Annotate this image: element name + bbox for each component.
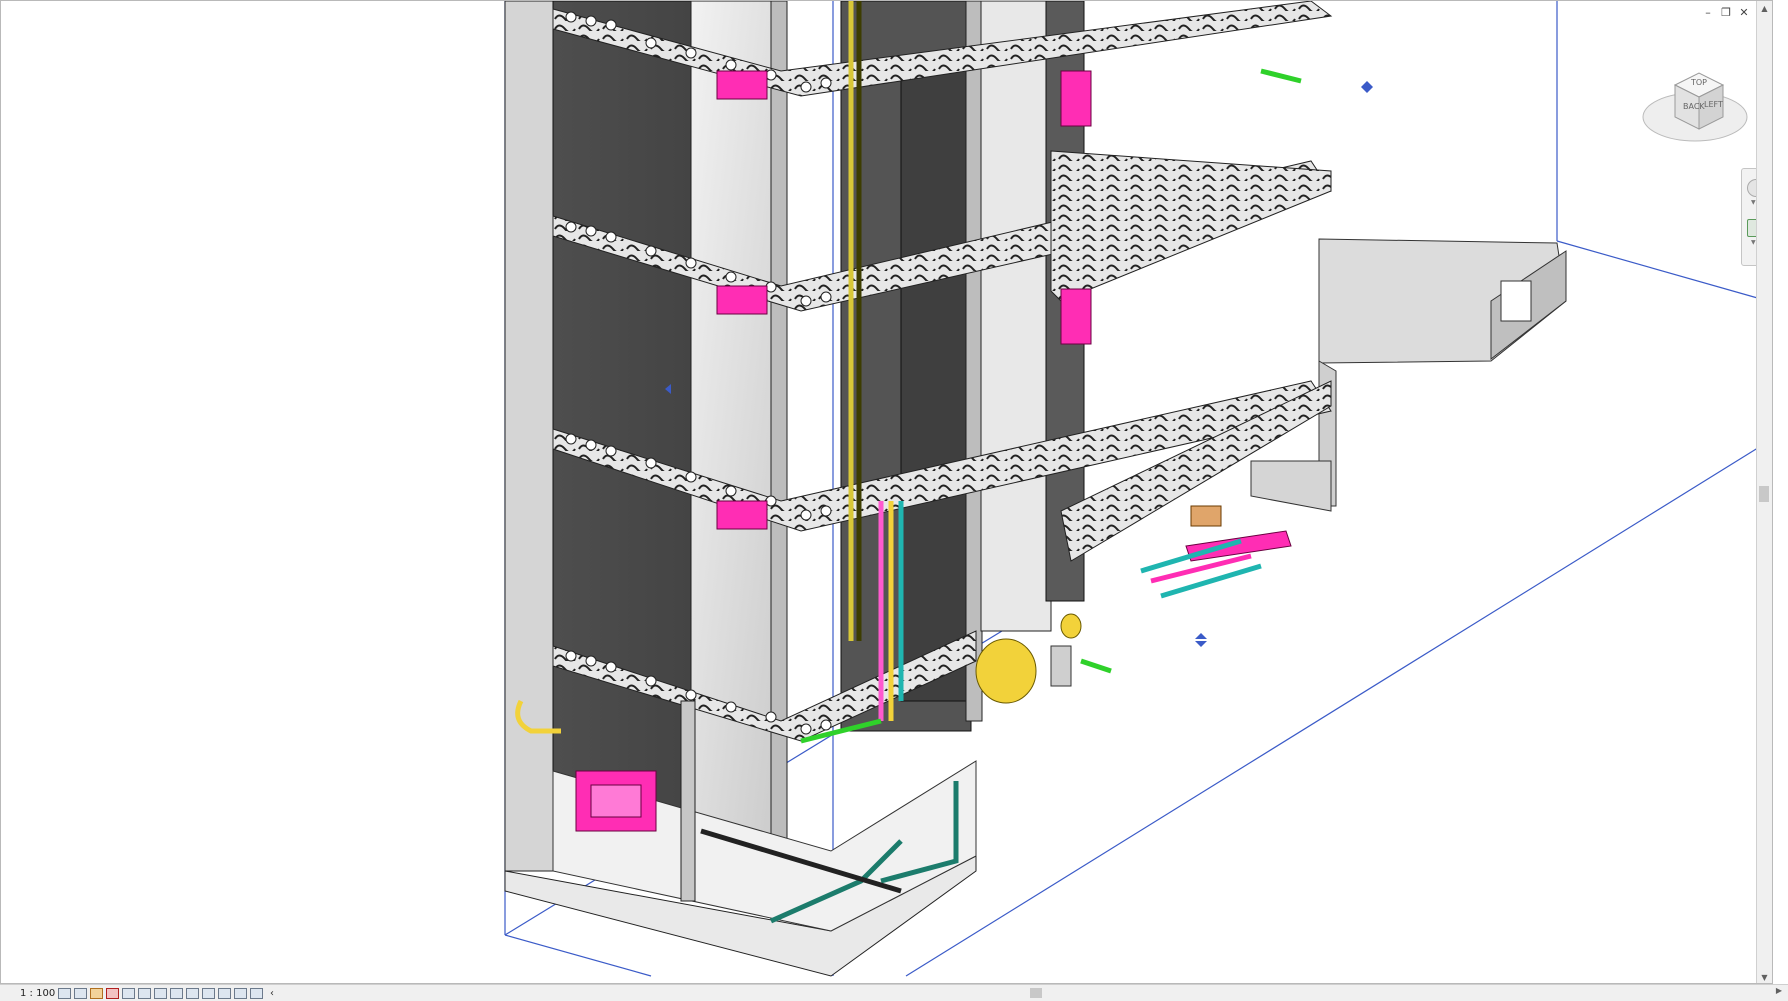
chevron-down-icon[interactable]: ▼ <box>1751 239 1756 246</box>
analytical-icon[interactable] <box>218 987 231 999</box>
scroll-up-icon[interactable]: ▲ <box>1757 1 1772 16</box>
scroll-right-icon[interactable]: ▶ <box>1776 986 1782 995</box>
annex-structure <box>1250 238 1567 512</box>
viewcube-top-label[interactable]: TOP <box>1690 78 1707 87</box>
reveal-hidden-icon[interactable] <box>202 987 215 999</box>
highlight-displacement-icon[interactable] <box>234 987 247 999</box>
lock-3d-icon[interactable] <box>170 987 183 999</box>
temp-hide-icon[interactable] <box>186 987 199 999</box>
scroll-down-icon[interactable]: ▼ <box>1757 970 1772 983</box>
minimize-icon[interactable]: – <box>1702 7 1714 19</box>
crop-view-icon[interactable] <box>138 987 151 999</box>
3d-view-viewport[interactable]: – ❐ ✕ BACK LEFT TOP ▼ ▼ ▲ ▼ <box>0 0 1773 984</box>
restore-icon[interactable]: ❐ <box>1720 7 1732 19</box>
visual-style-icon[interactable] <box>74 987 87 999</box>
view-window-controls: – ❐ ✕ <box>1702 7 1750 19</box>
vertical-scrollbar[interactable]: ▲ ▼ <box>1756 1 1772 983</box>
viewcube-back-label[interactable]: BACK <box>1683 102 1705 111</box>
close-icon[interactable]: ✕ <box>1738 7 1750 19</box>
constraints-icon[interactable] <box>250 987 263 999</box>
detail-level-icon[interactable] <box>58 987 71 999</box>
viewcube[interactable]: BACK LEFT TOP <box>1639 67 1751 157</box>
chevron-down-icon[interactable]: ▼ <box>1751 199 1756 206</box>
show-crop-icon[interactable] <box>154 987 167 999</box>
view-control-bar: 1 : 100 ‹ ▶ <box>0 984 1788 1001</box>
building-model-3d[interactable] <box>1 1 1773 984</box>
vertical-scroll-thumb[interactable] <box>1759 486 1769 502</box>
sun-path-icon[interactable] <box>90 987 103 999</box>
more-icon[interactable]: ‹ <box>270 988 274 999</box>
shadows-icon[interactable] <box>106 987 119 999</box>
left-tower <box>504 1 1085 872</box>
view-scale[interactable]: 1 : 100 <box>0 988 58 999</box>
render-icon[interactable] <box>122 987 135 999</box>
horizontal-scroll-thumb[interactable] <box>1030 988 1042 998</box>
viewcube-left-label[interactable]: LEFT <box>1704 100 1723 109</box>
